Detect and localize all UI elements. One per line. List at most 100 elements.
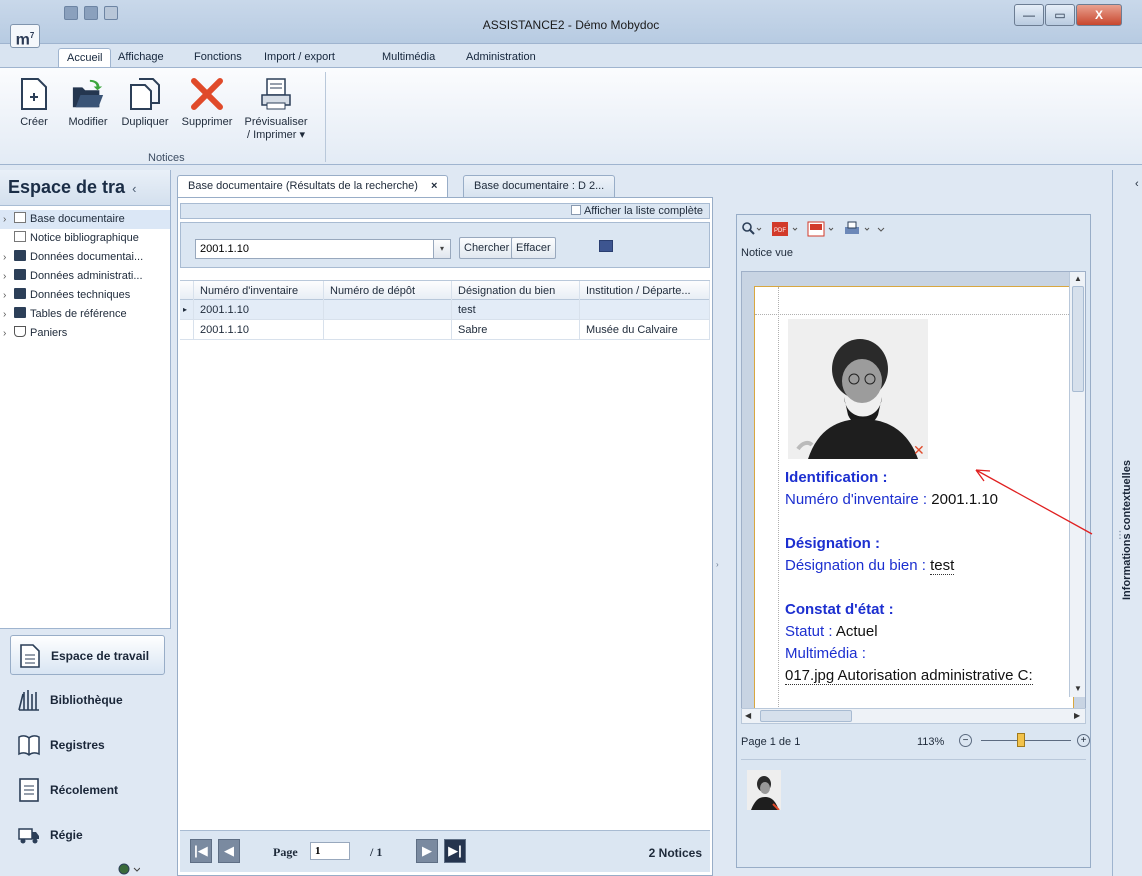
full-list-toggle[interactable]: Afficher la liste complète: [180, 203, 710, 219]
tree-item-label: Tables de référence: [30, 308, 127, 320]
tree-item-donnees-techniques[interactable]: › Données techniques: [0, 286, 170, 305]
truck-icon: [18, 828, 39, 844]
search-button[interactable]: Chercher: [459, 237, 515, 259]
expand-arrow-icon[interactable]: ›: [3, 248, 6, 267]
search-input[interactable]: [195, 239, 451, 259]
remove-image-icon[interactable]: ✕: [913, 443, 925, 457]
cell-depot[interactable]: [324, 320, 452, 340]
globe-settings-icon[interactable]: [118, 863, 140, 875]
zoom-slider-track[interactable]: [981, 740, 1071, 741]
column-header-institution[interactable]: Institution / Départe...: [580, 281, 710, 301]
tab-administration[interactable]: Administration: [458, 48, 544, 68]
section-identification: Identification :: [785, 469, 888, 486]
search-history-dropdown[interactable]: ▾: [433, 239, 451, 259]
zoom-out-button[interactable]: −: [959, 734, 972, 747]
next-page-button[interactable]: ▶: [416, 839, 438, 863]
column-header-depot[interactable]: Numéro de dépôt: [324, 281, 452, 301]
maximize-button[interactable]: ▭: [1045, 4, 1075, 26]
export-pdf-icon[interactable]: PDF: [771, 221, 799, 237]
scroll-right-icon[interactable]: ▶: [1074, 711, 1080, 720]
document-tab-strip: Base documentaire (Résultats de la reche…: [177, 173, 1107, 197]
create-button[interactable]: Créer: [16, 76, 52, 128]
tab-import-export[interactable]: Import / export: [256, 48, 343, 68]
vertical-scrollbar[interactable]: ▲ ▼: [1069, 272, 1085, 697]
expand-arrow-icon[interactable]: ›: [3, 267, 6, 286]
tab-multimedia[interactable]: Multimédia: [374, 48, 443, 68]
ribbon-group-label: Notices: [148, 152, 185, 164]
print-icon[interactable]: [843, 221, 871, 237]
preview-page: ✕ Identification : Numéro d'inventaire :…: [754, 286, 1075, 717]
toolbar-options-icon[interactable]: [877, 221, 885, 237]
scroll-left-icon[interactable]: ◀: [745, 711, 751, 720]
nav-espace-de-travail[interactable]: Espace de travail: [10, 635, 165, 675]
minimize-button[interactable]: —: [1014, 4, 1044, 26]
duplicate-button[interactable]: Dupliquer: [118, 76, 172, 128]
tree-item-notice-bibliographique[interactable]: Notice bibliographique: [0, 229, 170, 248]
preview-status-bar: Page 1 de 1 113% − +: [741, 731, 1090, 755]
edit-button[interactable]: Modifier: [64, 76, 112, 128]
table-row[interactable]: ▸ 2001.1.10 test: [180, 300, 710, 320]
clear-button[interactable]: Effacer: [511, 237, 556, 259]
expand-arrow-icon[interactable]: ›: [3, 324, 6, 343]
zoom-slider-thumb[interactable]: [1017, 733, 1025, 747]
close-tab-icon[interactable]: ×: [431, 180, 437, 192]
scrollbar-thumb[interactable]: [760, 710, 852, 722]
tree-item-base-documentaire[interactable]: › Base documentaire: [0, 210, 170, 229]
delete-button[interactable]: Supprimer: [178, 76, 236, 128]
cell-designation[interactable]: test: [452, 300, 580, 320]
tab-accueil[interactable]: Accueil: [58, 48, 112, 68]
preview-print-button[interactable]: Prévisualiser / Imprimer ▾: [236, 76, 316, 141]
cell-inventaire[interactable]: 2001.1.10: [194, 300, 324, 320]
collapse-left-icon[interactable]: ‹: [132, 181, 136, 196]
page-number-input[interactable]: [310, 842, 350, 860]
close-button[interactable]: X: [1076, 4, 1122, 26]
contextual-info-panel[interactable]: ‹ ⋮ Informations contextuelles: [1112, 170, 1142, 876]
tree-item-donnees-documentaires[interactable]: › Données documentai...: [0, 248, 170, 267]
expand-arrow-icon[interactable]: ›: [3, 286, 6, 305]
previous-page-button[interactable]: ◀: [218, 839, 240, 863]
column-header-designation[interactable]: Désignation du bien: [452, 281, 580, 301]
tree-item-paniers[interactable]: › Paniers: [0, 324, 170, 343]
app-menu-button[interactable]: m7: [10, 24, 40, 48]
cell-institution[interactable]: [580, 300, 710, 320]
horizontal-scrollbar[interactable]: ◀ ▶: [741, 708, 1086, 724]
cell-designation[interactable]: Sabre: [452, 320, 580, 340]
tab-fonctions[interactable]: Fonctions: [186, 48, 250, 68]
zoom-search-icon[interactable]: [741, 221, 763, 237]
tab-affichage[interactable]: Affichage: [110, 48, 172, 68]
nav-recolement[interactable]: Récolement: [10, 770, 165, 810]
page-thumbnail[interactable]: [747, 770, 781, 810]
tree-item-donnees-administratives[interactable]: › Données administrati...: [0, 267, 170, 286]
expand-arrow-icon[interactable]: ›: [3, 305, 6, 324]
splitter-handle-icon[interactable]: ›: [716, 560, 719, 569]
envelope-icon[interactable]: [599, 240, 613, 252]
nav-bibliotheque[interactable]: Bibliothèque: [10, 680, 165, 720]
scroll-up-icon[interactable]: ▲: [1074, 274, 1082, 283]
preview-viewport[interactable]: ✕ Identification : Numéro d'inventaire :…: [741, 271, 1086, 717]
scroll-down-icon[interactable]: ▼: [1074, 684, 1082, 693]
notice-count: 2 Notices: [648, 846, 702, 860]
tab-resultats-recherche[interactable]: Base documentaire (Résultats de la reche…: [177, 175, 449, 197]
table-row[interactable]: 2001.1.10 Sabre Musée du Calvaire: [180, 320, 710, 340]
folder-icon: [14, 307, 26, 318]
cell-depot[interactable]: [324, 300, 452, 320]
last-page-button[interactable]: ▶|: [444, 839, 466, 863]
page-label: Page: [273, 845, 298, 859]
tab-base-documentaire-d2[interactable]: Base documentaire : D 2...: [463, 175, 616, 197]
preview-toolbar: PDF: [741, 219, 1081, 241]
full-list-checkbox[interactable]: [570, 205, 581, 215]
collapse-right-icon[interactable]: ‹: [1135, 178, 1139, 190]
column-header-inventaire[interactable]: Numéro d'inventaire: [194, 281, 324, 301]
cell-institution[interactable]: Musée du Calvaire: [580, 320, 710, 340]
zoom-in-button[interactable]: +: [1077, 734, 1090, 747]
expand-arrow-icon[interactable]: ›: [3, 210, 6, 229]
email-pdf-icon[interactable]: [807, 221, 835, 237]
cell-inventaire[interactable]: 2001.1.10: [194, 320, 324, 340]
tree-item-tables-de-reference[interactable]: › Tables de référence: [0, 305, 170, 324]
tree-item-label: Base documentaire: [30, 213, 125, 225]
chevron-down-icon: ▾: [299, 129, 306, 141]
scrollbar-thumb[interactable]: [1072, 286, 1084, 392]
first-page-button[interactable]: |◀: [190, 839, 212, 863]
nav-registres[interactable]: Registres: [10, 725, 165, 765]
nav-regie[interactable]: Régie: [10, 815, 165, 855]
